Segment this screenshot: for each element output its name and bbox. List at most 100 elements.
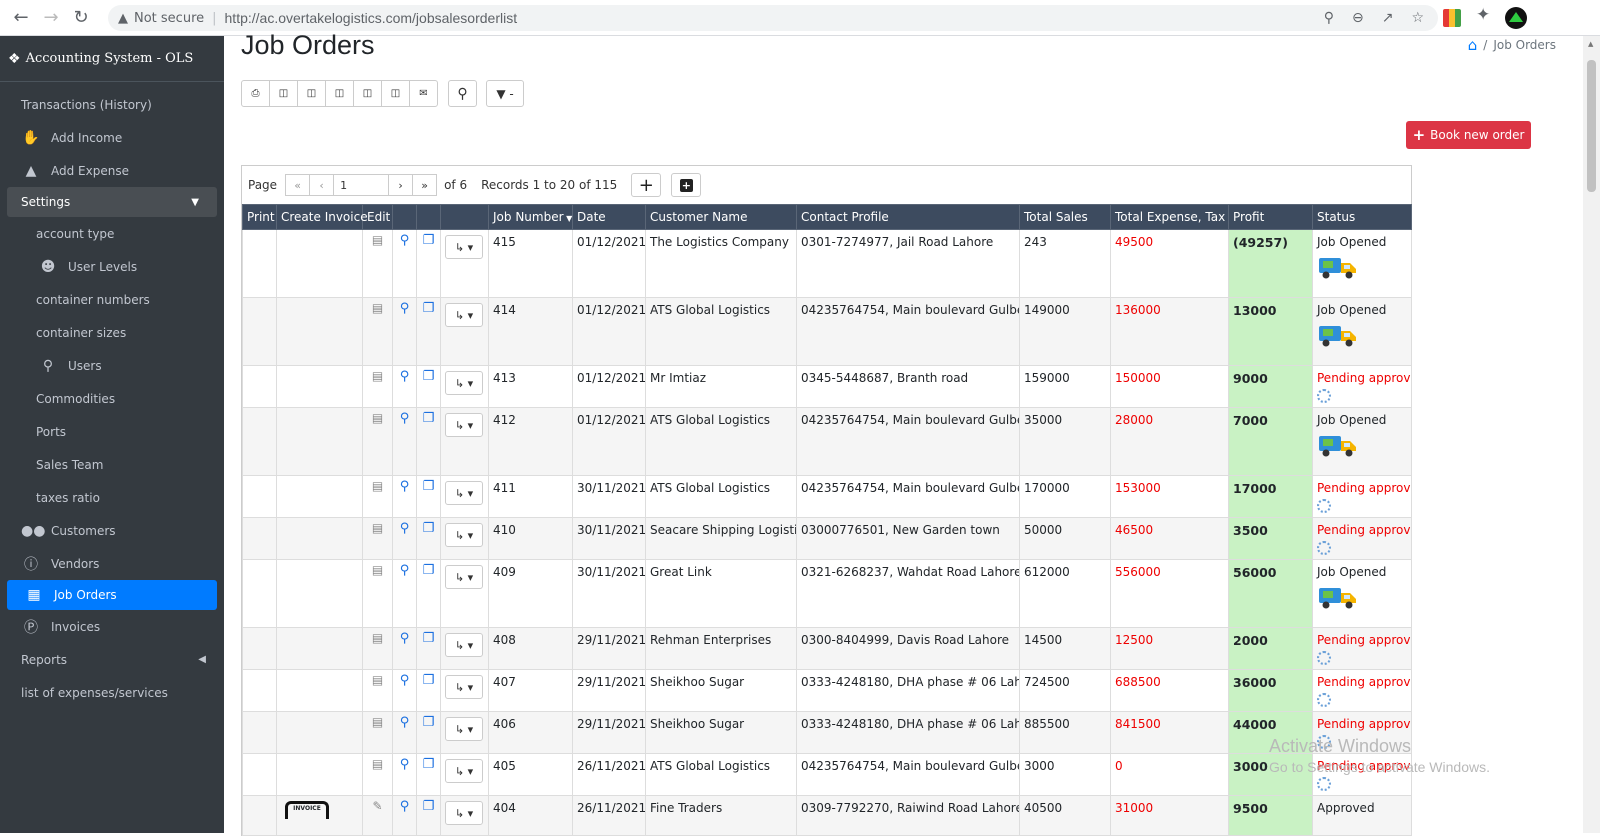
reload-icon[interactable]: ↻: [66, 3, 96, 33]
job-number[interactable]: 407: [488, 669, 573, 712]
copy-icon[interactable]: ❐: [423, 233, 435, 248]
job-number[interactable]: 415: [488, 229, 573, 298]
copy-cell[interactable]: ❐: [416, 669, 441, 712]
filter-icon[interactable]: ▼ -: [486, 80, 524, 107]
sidebar-item-settings[interactable]: Settings ▼: [7, 187, 217, 217]
row-actions-dropdown[interactable]: ↳ ▾: [445, 801, 483, 825]
view-cell[interactable]: ⚲: [392, 795, 417, 836]
job-number[interactable]: 409: [488, 559, 573, 628]
book-icon[interactable]: ▤: [372, 479, 383, 493]
brand[interactable]: ❖ Accounting System - OLS: [0, 36, 224, 82]
row-actions-dropdown[interactable]: ↳ ▾: [445, 235, 483, 259]
copy-icon[interactable]: ❐: [423, 479, 435, 494]
magnifier-icon[interactable]: ⚲: [400, 799, 410, 814]
book-icon[interactable]: ▤: [372, 233, 383, 247]
magnifier-icon[interactable]: ⚲: [400, 233, 410, 248]
view-cell[interactable]: ⚲: [392, 559, 417, 628]
edit-cell[interactable]: ▤: [362, 669, 393, 712]
job-number[interactable]: 414: [488, 297, 573, 366]
print-icon[interactable]: ⎙: [241, 80, 270, 107]
job-number[interactable]: 405: [488, 753, 573, 796]
col-status[interactable]: Status: [1312, 204, 1412, 230]
magnifier-icon[interactable]: ⚲: [400, 479, 410, 494]
colorful-extension-icon[interactable]: [1443, 9, 1461, 27]
view-cell[interactable]: ⚲: [392, 407, 417, 476]
home-icon[interactable]: ⌂: [1468, 36, 1478, 54]
copy-cell[interactable]: ❐: [416, 365, 441, 408]
col-contact-profile[interactable]: Contact Profile: [796, 204, 1020, 230]
copy-cell[interactable]: ❐: [416, 297, 441, 366]
book-icon[interactable]: ▤: [372, 411, 383, 425]
row-actions-dropdown[interactable]: ↳ ▾: [445, 565, 483, 589]
edit-cell[interactable]: ▤: [362, 229, 393, 298]
sidebar-item-ports[interactable]: Ports: [0, 415, 224, 448]
edit-cell[interactable]: ▤: [362, 407, 393, 476]
book-icon[interactable]: ▤: [372, 673, 383, 687]
book-icon[interactable]: ▤: [372, 757, 383, 771]
sidebar-item-taxes-ratio[interactable]: taxes ratio: [0, 481, 224, 514]
sidebar-item-users[interactable]: ⚲ Users: [0, 349, 224, 382]
view-cell[interactable]: ⚲: [392, 297, 417, 366]
edit-cell[interactable]: ▤: [362, 627, 393, 670]
copy-icon[interactable]: ❐: [423, 369, 435, 384]
sidebar-item-account-type[interactable]: account type: [0, 217, 224, 250]
add-record-button[interactable]: +: [631, 173, 662, 197]
view-cell[interactable]: ⚲: [392, 229, 417, 298]
row-actions-dropdown[interactable]: ↳ ▾: [445, 717, 483, 741]
col-profit[interactable]: Profit: [1228, 204, 1313, 230]
sidebar-item-reports[interactable]: Reports ◀: [0, 643, 224, 676]
copy-icon[interactable]: ❐: [423, 411, 435, 426]
job-number[interactable]: 404: [488, 795, 573, 836]
job-number[interactable]: 413: [488, 365, 573, 408]
profile-avatar[interactable]: [1505, 7, 1527, 29]
edit-cell[interactable]: ▤: [362, 517, 393, 560]
row-actions-dropdown[interactable]: ↳ ▾: [445, 481, 483, 505]
email-icon[interactable]: ✉: [409, 80, 438, 107]
view-cell[interactable]: ⚲: [392, 669, 417, 712]
excel-icon[interactable]: ◫: [269, 80, 298, 107]
sidebar-item-expenses-list[interactable]: list of expenses/services: [0, 676, 224, 709]
next-page-icon[interactable]: ›: [388, 174, 414, 196]
view-cell[interactable]: ⚲: [392, 753, 417, 796]
edit-cell[interactable]: ▤: [362, 365, 393, 408]
book-icon[interactable]: ▤: [372, 715, 383, 729]
copy-cell[interactable]: ❐: [416, 229, 441, 298]
sidebar-item-customers[interactable]: ●● Customers: [0, 514, 224, 547]
job-number[interactable]: 411: [488, 475, 573, 518]
magnifier-icon[interactable]: ⚲: [400, 715, 410, 730]
magnifier-icon[interactable]: ⚲: [400, 673, 410, 688]
csv-icon[interactable]: ◫: [353, 80, 382, 107]
page-scrollbar[interactable]: ▲: [1583, 36, 1600, 833]
col-customer-name[interactable]: Customer Name: [645, 204, 797, 230]
copy-icon[interactable]: ❐: [423, 301, 435, 316]
word-icon[interactable]: ◫: [297, 80, 326, 107]
copy-icon[interactable]: ❐: [423, 673, 435, 688]
sidebar-item-container-numbers[interactable]: container numbers: [0, 283, 224, 316]
col-job-number[interactable]: Job Number ▼: [488, 204, 573, 230]
copy-cell[interactable]: ❐: [416, 559, 441, 628]
col-total-expense[interactable]: Total Expense, Tax: [1110, 204, 1229, 230]
sidebar-item-job-orders[interactable]: ▦ Job Orders: [7, 580, 217, 610]
create-invoice-cell[interactable]: INVOICE: [276, 795, 363, 836]
magnifier-icon[interactable]: ⚲: [400, 521, 410, 536]
copy-icon[interactable]: ❐: [423, 715, 435, 730]
copy-cell[interactable]: ❐: [416, 753, 441, 796]
book-new-order-button[interactable]: + Book new order: [1406, 121, 1531, 149]
book-icon[interactable]: ▤: [372, 521, 383, 535]
col-total-sales[interactable]: Total Sales: [1019, 204, 1111, 230]
copy-cell[interactable]: ❐: [416, 475, 441, 518]
row-actions-dropdown[interactable]: ↳ ▾: [445, 371, 483, 395]
magnifier-icon[interactable]: ⚲: [400, 369, 410, 384]
view-cell[interactable]: ⚲: [392, 517, 417, 560]
book-icon[interactable]: ▤: [372, 301, 383, 315]
edit-cell[interactable]: ▤: [362, 475, 393, 518]
prev-page-icon[interactable]: ‹: [309, 174, 335, 196]
job-number[interactable]: 406: [488, 711, 573, 754]
forward-arrow-icon[interactable]: →: [36, 3, 66, 33]
search-icon[interactable]: ⚲: [448, 80, 477, 107]
scrollbar-thumb[interactable]: [1587, 60, 1596, 192]
edit-cell[interactable]: ✎: [362, 795, 393, 836]
invoice-icon[interactable]: INVOICE: [285, 801, 329, 819]
row-actions-dropdown[interactable]: ↳ ▾: [445, 413, 483, 437]
back-arrow-icon[interactable]: ←: [6, 3, 36, 33]
